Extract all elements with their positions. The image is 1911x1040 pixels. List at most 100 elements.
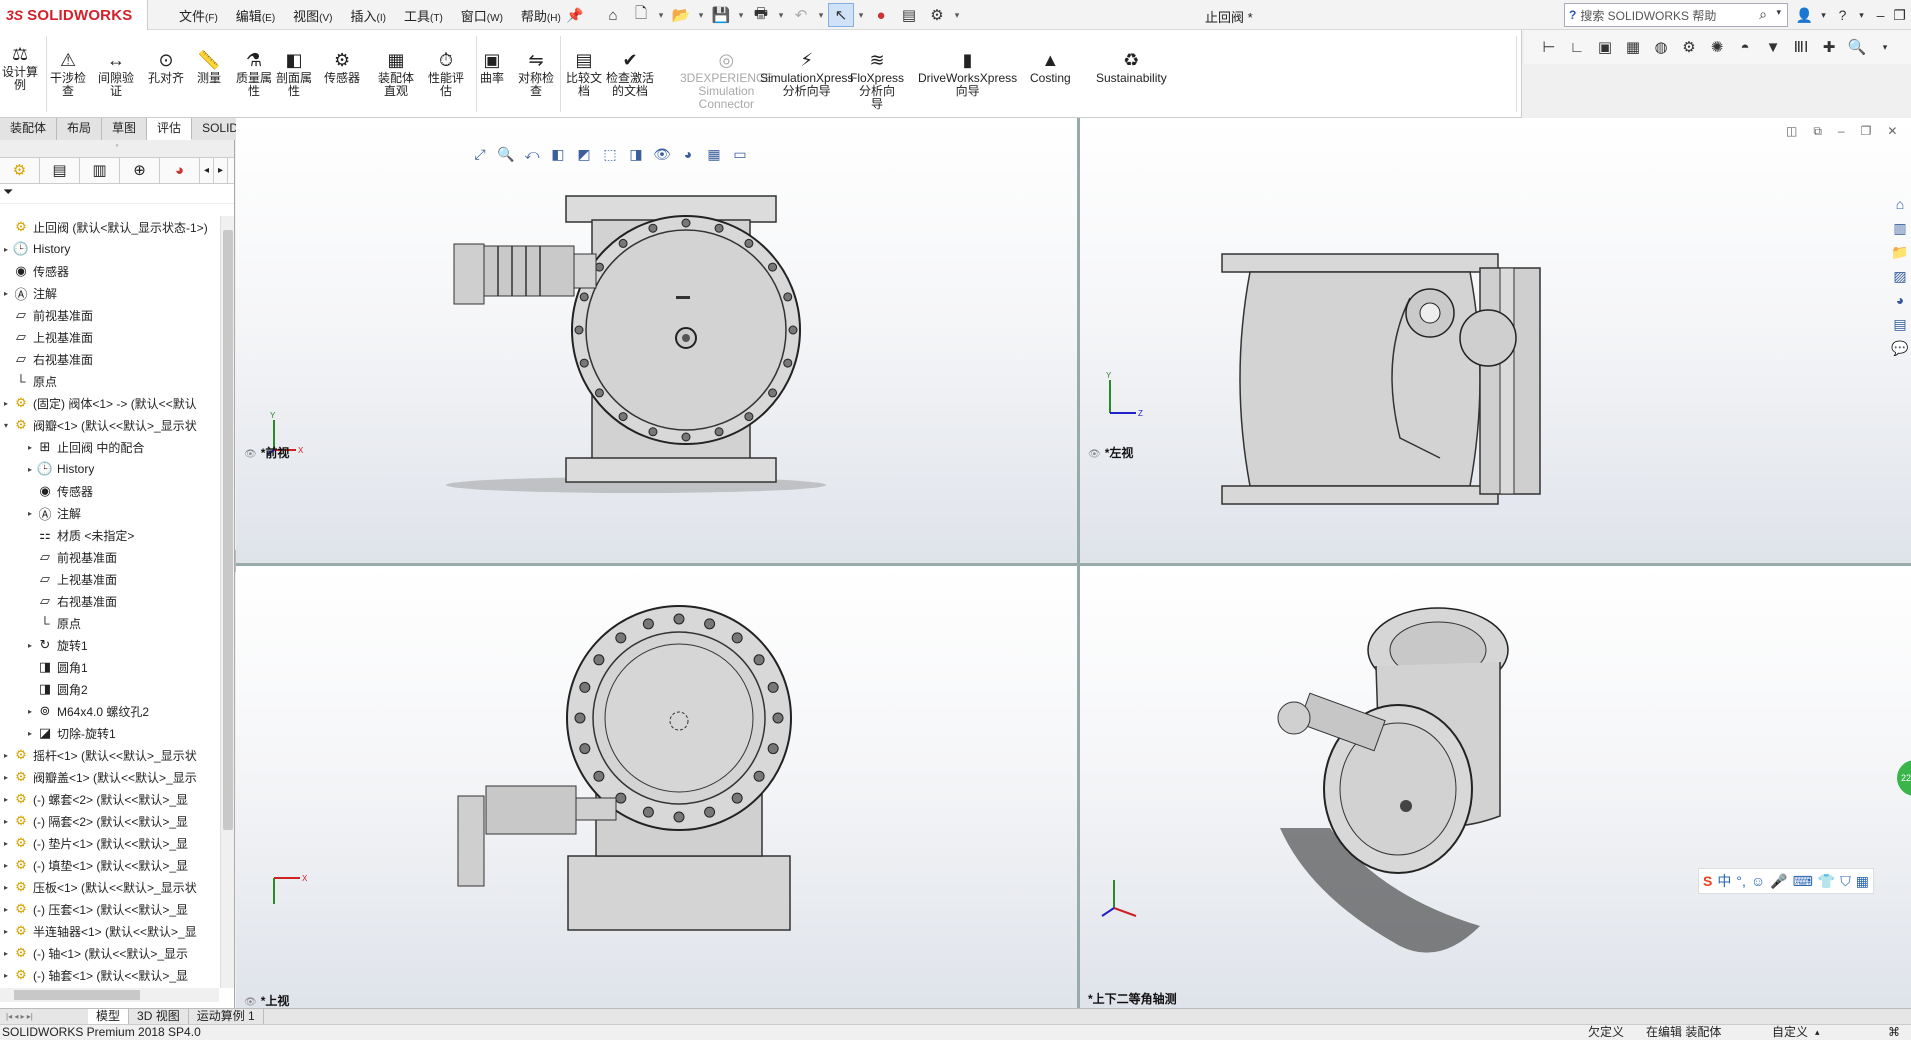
undo-dropdown-icon[interactable]: ▾: [816, 3, 826, 27]
dimxpert-tab-icon[interactable]: ⊕: [120, 158, 160, 183]
tree-item[interactable]: ▸ ⚙ 摇杆<1> (默认<<默认>_显示状: [0, 744, 219, 766]
tree-item[interactable]: ◨ 圆角1: [0, 656, 219, 678]
search-dropdown-icon[interactable]: ▾: [1776, 7, 1781, 18]
search-input[interactable]: ? 搜索 SOLIDWORKS 帮助 ⌕ ▾: [1564, 3, 1788, 27]
restore-icon[interactable]: ❐: [1890, 7, 1909, 24]
scrollbar-thumb[interactable]: [223, 230, 233, 830]
tree-item[interactable]: ▾ ⚙ 阀瓣<1> (默认<<默认>_显示状: [0, 414, 219, 436]
tree-item[interactable]: ▸ ⚙ 半连轴器<1> (默认<<默认>_显: [0, 920, 219, 942]
user-icon[interactable]: 👤: [1795, 7, 1814, 24]
appearances-icon[interactable]: ◕: [1889, 292, 1911, 311]
view-orientation-icon[interactable]: ⬚: [600, 146, 620, 163]
open-folder-icon[interactable]: 📂: [668, 3, 694, 27]
command-floxpress-button[interactable]: ≋ FloXpress 分析向 导: [850, 48, 904, 111]
tree-item[interactable]: ▱ 上视基准面: [0, 568, 219, 590]
tree-item[interactable]: ▸ ⚙ 阀瓣盖<1> (默认<<默认>_显示: [0, 766, 219, 788]
search-icon[interactable]: ⌕: [1759, 6, 1767, 23]
zoom-to-fit-icon[interactable]: ⤢: [470, 146, 490, 163]
command-sensor-button[interactable]: ⚙ 传感器: [324, 48, 360, 85]
print-icon[interactable]: 🖶: [748, 3, 774, 27]
tree-item[interactable]: ⚏ 材质 <未指定>: [0, 524, 219, 546]
tree-item[interactable]: ▸ 🕒 History: [0, 458, 219, 480]
expand-arrow-icon[interactable]: ▸: [0, 905, 12, 914]
feature-tree-tab-icon[interactable]: ⚙: [0, 158, 40, 183]
options-gear-icon[interactable]: ⚙: [924, 3, 950, 27]
property-manager-tab-icon[interactable]: ▤: [40, 158, 80, 183]
tree-item[interactable]: ▱ 上视基准面: [0, 326, 219, 348]
command-clearance-verification-button[interactable]: ↔ 间隙验 证: [98, 48, 134, 98]
expand-arrow-icon[interactable]: ▸: [0, 289, 12, 298]
tree-item[interactable]: ▸ ⚙ (固定) 阀体<1> -> (默认<<默认: [0, 392, 219, 414]
command-measure-button[interactable]: 📏 测量: [197, 48, 221, 85]
command-check-active-document-button[interactable]: ✔ 检查激活 的文档: [606, 48, 654, 98]
display-manager-tab-icon[interactable]: ◕: [160, 158, 200, 183]
view-palette-icon[interactable]: ▨: [1889, 268, 1911, 287]
command-performance-evaluation-button[interactable]: ⏱ 性能评 估: [428, 48, 464, 98]
viewport-tile-icon[interactable]: ❐: [1861, 124, 1872, 139]
options-dropdown-icon[interactable]: ▾: [952, 3, 962, 27]
select-dropdown-icon[interactable]: ▾: [856, 3, 866, 27]
ime-tools-icon[interactable]: ⛉: [1840, 873, 1851, 890]
file-properties-icon[interactable]: ▤: [896, 3, 922, 27]
help-icon[interactable]: ?: [1833, 7, 1852, 23]
appearance-icon[interactable]: ◓: [1734, 39, 1756, 56]
solidworks-resources-icon[interactable]: ⌂: [1889, 196, 1911, 215]
expand-arrow-icon[interactable]: ▸: [0, 245, 12, 254]
home-icon[interactable]: ⌂: [600, 3, 626, 27]
expand-arrow-icon[interactable]: ▸: [24, 729, 36, 738]
status-custom[interactable]: 自定义: [1772, 1025, 1808, 1040]
menu-5[interactable]: 窗口(W): [452, 6, 512, 25]
tree-item[interactable]: ▱ 右视基准面: [0, 590, 219, 612]
tab-3[interactable]: 评估: [147, 118, 193, 140]
tabs-right-arrow-icon[interactable]: ▸: [214, 158, 228, 183]
design-library-icon[interactable]: ▥: [1889, 220, 1911, 239]
expand-arrow-icon[interactable]: ▸: [0, 883, 12, 892]
expand-arrow-icon[interactable]: ▸: [0, 949, 12, 958]
viewport-top[interactable]: X 👁 *上视: [236, 566, 1077, 1008]
expand-arrow-icon[interactable]: ▾: [0, 421, 12, 430]
render-icon[interactable]: ✺: [1706, 38, 1728, 56]
tree-item[interactable]: ▸ Ⓐ 注解: [0, 282, 219, 304]
command-assembly-visualization-button[interactable]: ▦ 装配体 直观: [378, 48, 414, 98]
menu-2[interactable]: 视图(V): [284, 6, 341, 25]
measure-ruler-icon[interactable]: ⊢: [1538, 38, 1560, 56]
menu-0[interactable]: 文件(F): [170, 6, 227, 25]
dynamic-annotation-icon[interactable]: ◩: [574, 146, 594, 163]
tree-item[interactable]: └ 原点: [0, 612, 219, 634]
hide-show-icon[interactable]: 👁: [652, 146, 672, 163]
pin-icon[interactable]: 📌: [566, 7, 583, 24]
configuration-manager-tab-icon[interactable]: ▥: [80, 158, 120, 183]
command-design-study-button[interactable]: ⚖ 设计算 例: [2, 42, 38, 92]
command-hole-alignment-button[interactable]: ⊙ 孔对齐: [148, 48, 184, 85]
ime-menu-icon[interactable]: ▦: [1856, 873, 1869, 890]
tree-item[interactable]: ◉ 传感器: [0, 260, 219, 282]
tab-navigation-arrows[interactable]: |◂ ◂ ▸ ▸|: [0, 1009, 88, 1024]
more-dropdown-icon[interactable]: ▾: [1874, 42, 1896, 53]
tree-item[interactable]: ▱ 前视基准面: [0, 546, 219, 568]
tree-item[interactable]: ▸ ⚙ (-) 轴套<1> (默认<<默认>_显: [0, 964, 219, 986]
command-3dexperience-button[interactable]: ◎ 3DEXPERIENCE Simulation Connector: [680, 48, 773, 111]
tree-item[interactable]: ▸ ⊚ M64x4.0 螺纹孔2: [0, 700, 219, 722]
expand-arrow-icon[interactable]: ▸: [24, 509, 36, 518]
tab-0[interactable]: 装配体: [0, 118, 58, 140]
select-arrow-icon[interactable]: ↖: [828, 3, 854, 27]
sogou-logo-icon[interactable]: S: [1703, 873, 1712, 889]
tree-item[interactable]: ▸ ⚙ (-) 螺套<2> (默认<<默认>_显: [0, 788, 219, 810]
ime-emoji-icon[interactable]: ☺: [1751, 873, 1765, 889]
filter-icon[interactable]: ⅢⅠ: [1790, 38, 1812, 56]
panel-grip[interactable]: ◦: [0, 140, 234, 158]
bottom-tab-0[interactable]: 模型: [88, 1009, 130, 1024]
viewport-front[interactable]: YX 👁 *前视: [236, 118, 1077, 563]
tab-2[interactable]: 草图: [102, 118, 148, 140]
viewport-left[interactable]: YZ 👁 *左视: [1080, 118, 1911, 563]
expand-arrow-icon[interactable]: ▸: [24, 465, 36, 474]
tree-item[interactable]: ◉ 传感器: [0, 480, 219, 502]
print-dropdown-icon[interactable]: ▾: [776, 3, 786, 27]
tab-1[interactable]: 布局: [57, 118, 103, 140]
command-symmetry-check-button[interactable]: ⇋ 对称检 查: [518, 48, 554, 98]
expand-arrow-icon[interactable]: ▸: [24, 707, 36, 716]
command-costing-button[interactable]: ▲ Costing: [1030, 48, 1071, 85]
tree-item[interactable]: ▸ ◪ 切除-旋转1: [0, 722, 219, 744]
section-view-icon[interactable]: ◧: [548, 146, 568, 163]
axis-icon[interactable]: ∟: [1566, 39, 1588, 56]
